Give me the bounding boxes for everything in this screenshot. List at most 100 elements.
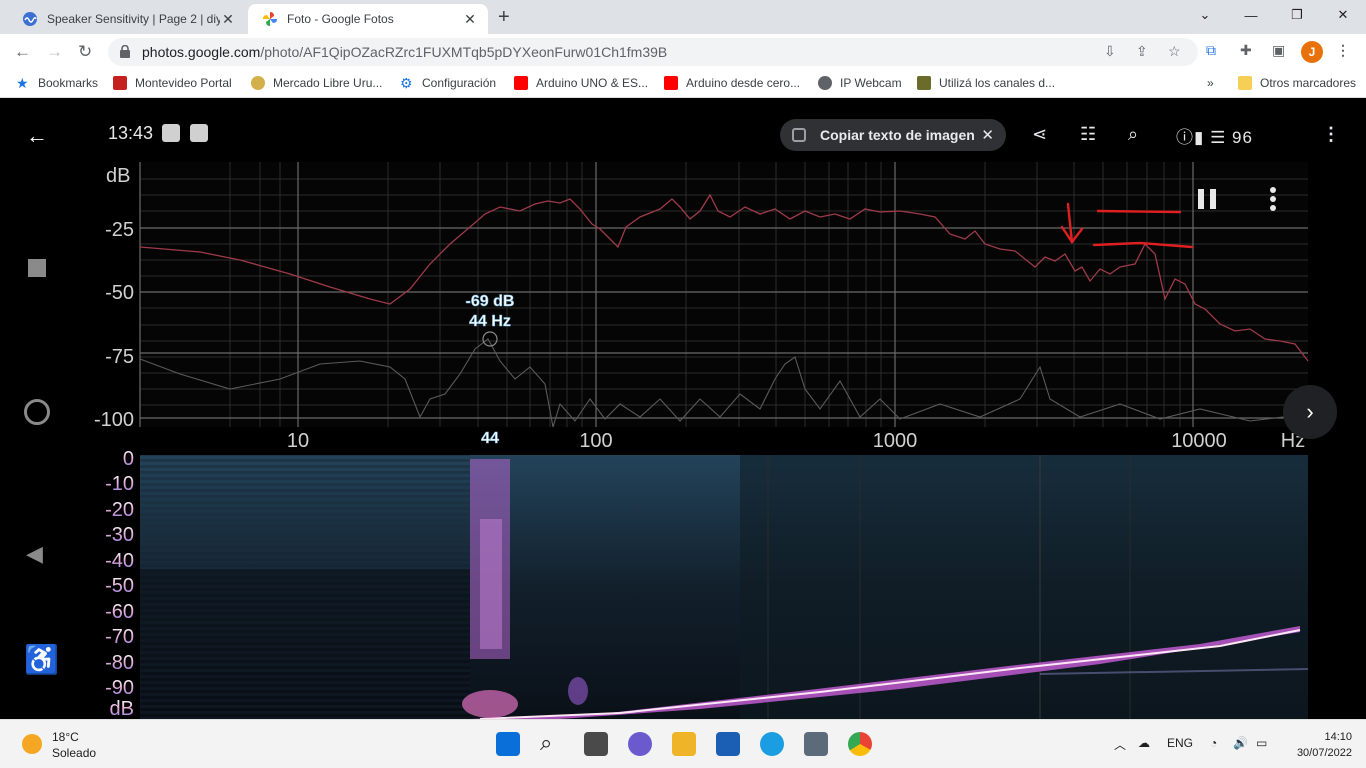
- cursor-hz-readout: 44 Hz: [469, 313, 511, 330]
- calculator-icon[interactable]: [804, 732, 828, 756]
- translate-icon[interactable]: ⧉: [1206, 42, 1216, 59]
- system-clock[interactable]: 14:10 30/07/2022: [1286, 729, 1352, 761]
- lens-icon: [792, 128, 806, 142]
- youtube-icon: [664, 76, 678, 90]
- montevideo-portal-icon: [113, 76, 127, 90]
- file-explorer-icon[interactable]: [672, 732, 696, 756]
- menu-icon[interactable]: ⋮: [1336, 42, 1350, 59]
- youtube-icon: [514, 76, 528, 90]
- bookmark-item[interactable]: Mercado Libre Uru...: [251, 76, 382, 90]
- battery-icon[interactable]: ▭: [1256, 736, 1267, 750]
- bookmark-item[interactable]: Arduino desde cero...: [664, 76, 800, 90]
- y-tick: -25: [105, 219, 134, 241]
- photo-image: dB -25 -50 -75 -100 10 100 1000 10000 Hz…: [94, 162, 1309, 719]
- cursor-x-label: 44: [481, 430, 499, 447]
- close-tab-icon[interactable]: ✕: [462, 11, 478, 28]
- bookmark-item[interactable]: Utilizá los canales d...: [917, 76, 1055, 90]
- profile-avatar[interactable]: J: [1301, 41, 1323, 63]
- bookmark-item[interactable]: ⚙ Configuración: [400, 76, 496, 90]
- restore-icon[interactable]: ❐: [1274, 0, 1320, 30]
- start-icon[interactable]: [496, 732, 520, 756]
- tab-search-chevron-icon[interactable]: ⌄: [1182, 0, 1228, 30]
- share-page-icon[interactable]: ⇪: [1136, 43, 1148, 60]
- gmail-icon: [190, 124, 208, 142]
- ip-webcam-icon: [818, 76, 832, 90]
- bookmark-star-icon[interactable]: ☆: [1168, 43, 1181, 60]
- minimize-icon[interactable]: —: [1228, 0, 1274, 30]
- settings-gear-icon: ⚙: [400, 75, 413, 91]
- spectro-tick: 0: [123, 448, 134, 470]
- extensions-icon[interactable]: ✚: [1240, 42, 1252, 59]
- lock-icon: [120, 45, 130, 58]
- phone-clock: 13:43: [108, 123, 154, 143]
- spectro-tick: -50: [105, 575, 134, 597]
- reload-icon[interactable]: ↻: [78, 42, 92, 62]
- language-indicator[interactable]: ENG: [1167, 736, 1193, 750]
- forward-icon[interactable]: →: [46, 42, 63, 62]
- more-icon[interactable]: ⋮: [1322, 124, 1340, 145]
- bookmark-item[interactable]: IP Webcam: [818, 76, 902, 90]
- next-photo-icon[interactable]: ›: [1283, 385, 1337, 439]
- photo-viewer: dB -25 -50 -75 -100 10 100 1000 10000 Hz…: [0, 99, 1366, 719]
- bookmarks-bar: ★ Bookmarks Montevideo Portal Mercado Lib…: [0, 70, 1366, 98]
- y-tick: -50: [105, 282, 134, 304]
- bookmark-item[interactable]: Arduino UNO & ES...: [514, 76, 648, 90]
- y-unit-label: dB: [106, 165, 130, 187]
- zoom-icon[interactable]: ⌕: [1128, 124, 1138, 145]
- app-more-icon: [1270, 187, 1276, 193]
- edit-icon[interactable]: ☷: [1080, 124, 1096, 145]
- google-photos-icon: [263, 12, 277, 26]
- side-panel-icon[interactable]: ▣: [1272, 42, 1285, 59]
- pause-icon: [1198, 189, 1204, 209]
- weather-description: Soleado: [52, 746, 97, 760]
- new-tab-icon[interactable]: +: [498, 6, 510, 29]
- onedrive-icon[interactable]: ☁: [1138, 736, 1150, 750]
- url-text: photos.google.com/photo/AF1QipOZacRZrc1F…: [142, 44, 668, 60]
- address-bar[interactable]: photos.google.com/photo/AF1QipOZacRZrc1F…: [108, 38, 1198, 66]
- bookmarks-overflow-icon[interactable]: »: [1207, 76, 1214, 90]
- tab-title: Foto - Google Fotos: [287, 12, 394, 26]
- spectrogram: [140, 455, 1309, 719]
- windows-taskbar: 18°C Soleado ⌕ ︿ ☁ ENG ◔ 🔊 ▭ 14:10 30/07…: [0, 719, 1366, 768]
- close-tab-icon[interactable]: ✕: [220, 11, 236, 28]
- x-tick: 1000: [873, 430, 918, 452]
- chrome-icon[interactable]: [848, 732, 872, 756]
- spectro-tick: -80: [105, 652, 134, 674]
- sun-icon[interactable]: [22, 734, 42, 754]
- stop-icon: [28, 259, 46, 277]
- phone-status-icons: ⓘ▮ ☰ 96: [1176, 128, 1253, 147]
- task-view-icon[interactable]: [584, 732, 608, 756]
- viewer-back-icon[interactable]: ←: [26, 123, 48, 149]
- back-icon[interactable]: ←: [14, 42, 31, 62]
- tab-strip: Speaker Sensitivity | Page 2 | diyA ✕ Fo…: [0, 0, 1366, 34]
- volume-icon[interactable]: 🔊: [1233, 736, 1248, 750]
- battery-level: 96: [1232, 128, 1253, 147]
- close-window-icon[interactable]: ✕: [1320, 0, 1366, 30]
- spectro-tick: -30: [105, 524, 134, 546]
- teams-chat-icon[interactable]: [628, 732, 652, 756]
- x-tick: 100: [579, 430, 612, 452]
- spectro-tick: -90: [105, 677, 134, 699]
- spectro-tick: -60: [105, 601, 134, 623]
- share-icon[interactable]: ⋖: [1032, 124, 1047, 145]
- record-icon: [24, 399, 50, 425]
- search-icon[interactable]: ⌕: [540, 732, 564, 756]
- tray-chevron-icon[interactable]: ︿: [1114, 736, 1126, 753]
- weather-temperature: 18°C: [52, 730, 79, 744]
- wifi-icon[interactable]: ◔: [1210, 736, 1217, 750]
- bookmark-item[interactable]: Montevideo Portal: [113, 76, 232, 90]
- spectro-tick: -20: [105, 499, 134, 521]
- tab-speaker-sensitivity[interactable]: Speaker Sensitivity | Page 2 | diyA ✕: [8, 4, 246, 34]
- play-store-icon: [162, 124, 180, 142]
- accessibility-icon: ♿: [24, 644, 59, 675]
- diyaudio-icon: [23, 12, 37, 26]
- copy-text-button[interactable]: Copiar texto de imagen ✕: [780, 119, 1006, 151]
- other-bookmarks[interactable]: Otros marcadores: [1238, 76, 1356, 90]
- store-icon[interactable]: [716, 732, 740, 756]
- install-icon[interactable]: ⇩: [1104, 43, 1116, 60]
- close-icon[interactable]: ✕: [981, 126, 994, 144]
- spectro-tick: -10: [105, 473, 134, 495]
- bookmark-item[interactable]: ★ Bookmarks: [16, 76, 98, 90]
- edge-icon[interactable]: [760, 732, 784, 756]
- tab-google-fotos[interactable]: Foto - Google Fotos ✕: [248, 4, 488, 34]
